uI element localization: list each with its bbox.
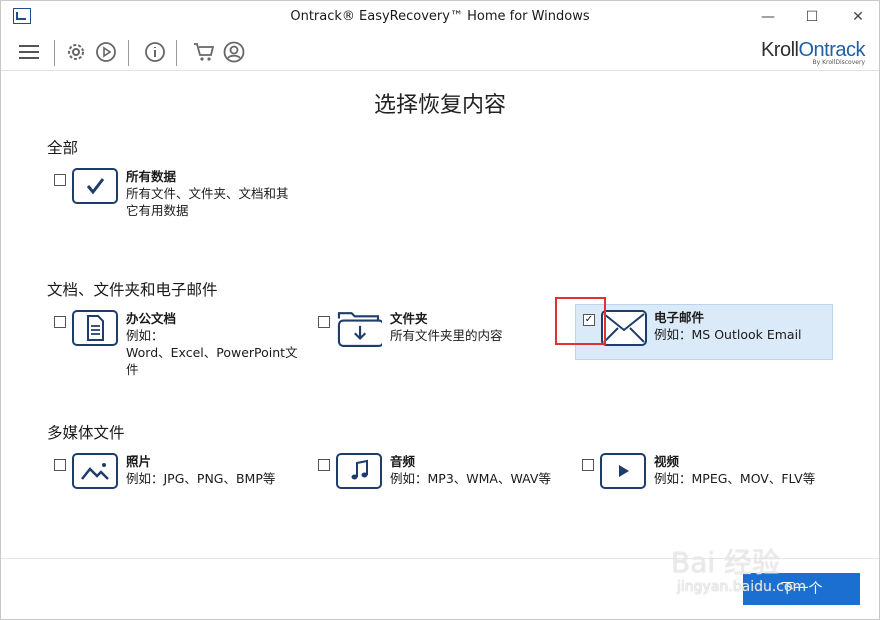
folders-text: 文件夹 所有文件夹里的内容 xyxy=(390,310,503,344)
photo-icon xyxy=(72,453,118,489)
toolbar-divider xyxy=(176,40,177,66)
all-data-desc-line2: 它有用数据 xyxy=(126,203,189,218)
watermark-main: Bai 经验 xyxy=(671,546,781,579)
brand-name-ontrack: Ontrack xyxy=(798,39,865,61)
option-email[interactable]: ✓ 电子邮件 例如：MS Outlook Email xyxy=(575,304,833,360)
photos-desc-line1: 例如：JPG、PNG、BMP等 xyxy=(126,471,276,486)
office-docs-checkbox[interactable] xyxy=(54,316,66,328)
close-button[interactable]: ✕ xyxy=(843,5,873,29)
all-data-title: 所有数据 xyxy=(126,169,177,184)
toolbar: KrollOntrack By KrollDiscovery xyxy=(1,34,879,71)
office-docs-title: 办公文档 xyxy=(126,311,177,326)
gear-icon[interactable] xyxy=(64,40,88,64)
photos-text: 照片 例如：JPG、PNG、BMP等 xyxy=(126,453,275,487)
option-folders[interactable]: 文件夹 所有文件夹里的内容 xyxy=(310,308,568,364)
option-video[interactable]: 视频 例如：MPEG、MOV、FLV等 xyxy=(574,451,832,507)
window-title: Ontrack® EasyRecovery™ Home for Windows xyxy=(290,9,590,24)
option-office-docs[interactable]: 办公文档 例如： Word、Excel、PowerPoint文件 xyxy=(46,308,304,377)
video-title: 视频 xyxy=(654,454,680,469)
checkmark-icon xyxy=(72,168,118,204)
page-title: 选择恢复内容 xyxy=(373,93,506,118)
office-docs-desc-line1: 例如： xyxy=(126,328,164,343)
option-photos[interactable]: 照片 例如：JPG、PNG、BMP等 xyxy=(46,451,304,507)
email-desc-line1: 例如：MS Outlook Email xyxy=(654,327,802,342)
account-icon[interactable] xyxy=(222,40,246,64)
office-docs-desc-line2: Word、Excel、PowerPoint文件 xyxy=(126,345,298,377)
audio-desc-line1: 例如：MP3、WMA、WAV等 xyxy=(390,471,551,486)
folders-title: 文件夹 xyxy=(390,311,428,326)
document-icon xyxy=(72,310,118,346)
maximize-button[interactable]: ☐ xyxy=(797,5,827,29)
all-data-desc-line1: 所有文件、文件夹、文档和其 xyxy=(126,186,289,201)
app-window: Ontrack® EasyRecovery™ Home for Windows … xyxy=(0,0,880,620)
office-docs-text: 办公文档 例如： Word、Excel、PowerPoint文件 xyxy=(126,310,304,378)
photos-title: 照片 xyxy=(126,454,152,469)
watermark-url: jingyan.baidu.com xyxy=(677,579,807,595)
folder-icon xyxy=(336,310,382,347)
toolbar-divider xyxy=(54,40,55,66)
play-icon xyxy=(600,453,646,489)
minimize-button[interactable]: — xyxy=(753,5,783,29)
email-checkbox-highlight xyxy=(555,297,606,345)
cart-icon[interactable] xyxy=(192,40,216,64)
video-checkbox[interactable] xyxy=(582,459,594,471)
resume-recovery-icon[interactable] xyxy=(94,40,118,64)
email-text: 电子邮件 例如：MS Outlook Email xyxy=(654,309,802,343)
section-title-media: 多媒体文件 xyxy=(47,424,125,442)
info-icon[interactable] xyxy=(143,40,167,64)
all-data-checkbox[interactable] xyxy=(54,174,66,186)
audio-text: 音频 例如：MP3、WMA、WAV等 xyxy=(390,453,551,487)
brand-name-kroll: Kroll xyxy=(760,39,799,61)
folders-checkbox[interactable] xyxy=(318,316,330,328)
toolbar-divider xyxy=(128,40,129,66)
section-title-all: 全部 xyxy=(47,139,79,157)
envelope-icon xyxy=(601,310,647,346)
brand-logo: KrollOntrack By KrollDiscovery xyxy=(760,39,866,66)
music-note-icon xyxy=(336,453,382,489)
title-bar: Ontrack® EasyRecovery™ Home for Windows … xyxy=(1,1,879,33)
video-desc-line1: 例如：MPEG、MOV、FLV等 xyxy=(654,471,816,486)
photos-checkbox[interactable] xyxy=(54,459,66,471)
audio-title: 音频 xyxy=(390,454,416,469)
video-text: 视频 例如：MPEG、MOV、FLV等 xyxy=(654,453,815,487)
email-title: 电子邮件 xyxy=(654,310,705,325)
option-all-data[interactable]: 所有数据 所有文件、文件夹、文档和其 它有用数据 xyxy=(46,166,304,222)
menu-icon[interactable] xyxy=(17,40,41,64)
option-audio[interactable]: 音频 例如：MP3、WMA、WAV等 xyxy=(310,451,568,507)
folders-desc-line1: 所有文件夹里的内容 xyxy=(390,328,503,343)
section-title-docs: 文档、文件夹和电子邮件 xyxy=(47,281,218,299)
all-data-text: 所有数据 所有文件、文件夹、文档和其 它有用数据 xyxy=(126,168,289,219)
audio-checkbox[interactable] xyxy=(318,459,330,471)
